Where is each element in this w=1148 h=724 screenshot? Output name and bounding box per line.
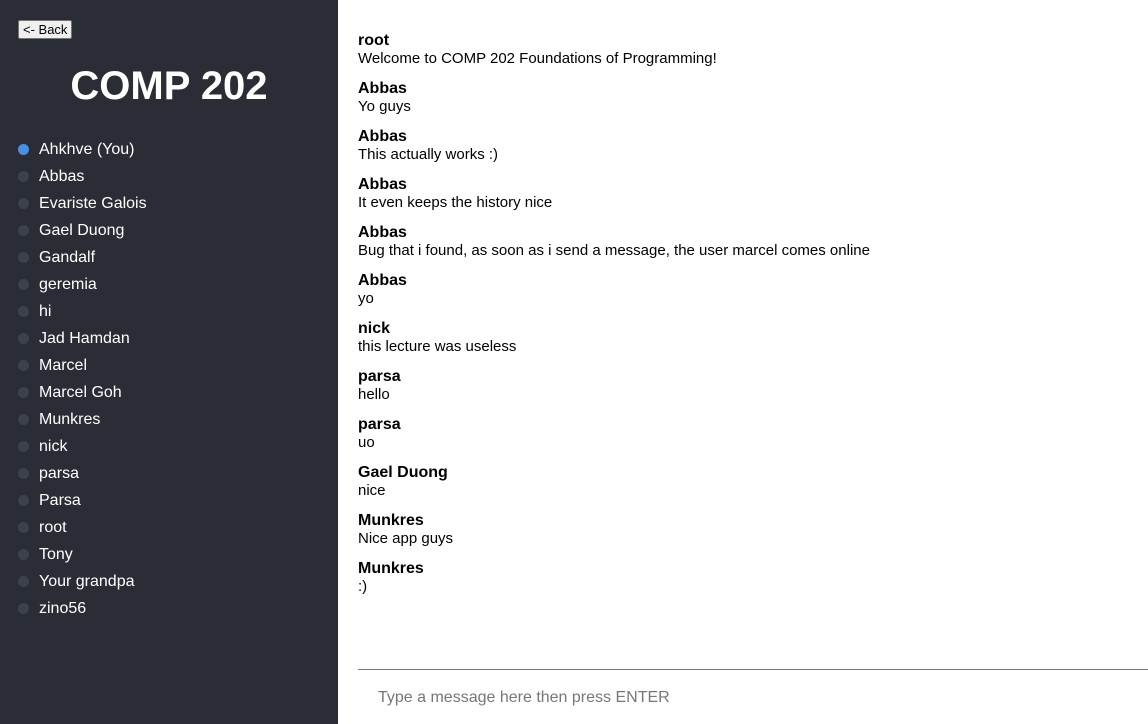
input-divider: [358, 669, 1148, 670]
message-text: yo: [358, 290, 374, 307]
user-name: Tony: [39, 545, 73, 563]
user-list-item: nick: [18, 433, 147, 460]
chat-message: Abbas It even keeps the history nice: [358, 176, 1148, 224]
message-text: this lecture was useless: [358, 338, 517, 355]
user-list-item: Gael Duong: [18, 217, 147, 244]
user-list-item: parsa: [18, 460, 147, 487]
chat-message: parsa uo: [358, 416, 1148, 464]
offline-status-dot: [18, 603, 29, 614]
chat-message: Abbas Yo guys: [358, 80, 1148, 128]
offline-status-dot: [18, 495, 29, 506]
user-name: nick: [39, 437, 68, 455]
back-button[interactable]: <- Back: [18, 20, 73, 39]
message-text: :): [358, 578, 368, 595]
message-text: hello: [358, 386, 390, 403]
offline-status-dot: [18, 468, 29, 479]
message-author: Abbas: [358, 272, 407, 289]
user-list: Ahkhve (You) Abbas Evariste Galois Gael Duo…: [18, 136, 147, 622]
user-list-item: Munkres: [18, 406, 147, 433]
message-author: Abbas: [358, 80, 407, 97]
user-list-item: zino56: [18, 595, 147, 622]
chat-message: Abbas yo: [358, 272, 1148, 320]
sidebar: <- Back COMP 202 Ahkhve (You) Abbas Evaris…: [0, 0, 338, 724]
chat-message: Gael Duong nice: [358, 464, 1148, 512]
user-list-item: Evariste Galois: [18, 190, 147, 217]
user-name: Gael Duong: [39, 221, 125, 239]
user-name: Marcel: [39, 356, 88, 374]
offline-status-dot: [18, 414, 29, 425]
chat-message: nick this lecture was useless: [358, 320, 1148, 368]
message-author: nick: [358, 320, 391, 337]
user-list-item: Jad Hamdan: [18, 325, 147, 352]
user-name: Ahkhve (You): [39, 140, 135, 158]
message-text: Bug that i found, as soon as i send a me…: [358, 242, 870, 259]
user-name: geremia: [39, 275, 97, 293]
user-list-item: Parsa: [18, 487, 147, 514]
message-author: Munkres: [358, 560, 424, 577]
user-list-item: Your grandpa: [18, 568, 147, 595]
offline-status-dot: [18, 360, 29, 371]
user-list-item: Ahkhve (You): [18, 136, 147, 163]
user-name: Marcel Goh: [39, 383, 122, 401]
user-list-item: Gandalf: [18, 244, 147, 271]
offline-status-dot: [18, 306, 29, 317]
message-author: Abbas: [358, 176, 407, 193]
offline-status-dot: [18, 441, 29, 452]
user-name: Your grandpa: [39, 572, 135, 590]
chat-message: Abbas Bug that i found, as soon as i send…: [358, 224, 1148, 272]
offline-status-dot: [18, 225, 29, 236]
message-list: root Welcome to COMP 202 Foundations of P…: [358, 32, 1148, 608]
message-input[interactable]: [358, 675, 1148, 721]
message-author: Abbas: [358, 128, 407, 145]
chat-panel: root Welcome to COMP 202 Foundations of P…: [338, 0, 1148, 724]
user-name: hi: [39, 302, 52, 320]
user-name: Jad Hamdan: [39, 329, 130, 347]
user-name: Abbas: [39, 167, 85, 185]
message-text: nice: [358, 482, 386, 499]
message-author: parsa: [358, 368, 401, 385]
user-name: zino56: [39, 599, 87, 617]
chat-message: Abbas This actually works :): [358, 128, 1148, 176]
offline-status-dot: [18, 576, 29, 587]
message-author: root: [358, 32, 390, 49]
chat-message: Munkres Nice app guys: [358, 512, 1148, 560]
message-author: parsa: [358, 416, 401, 433]
message-author: Abbas: [358, 224, 407, 241]
user-name: root: [39, 518, 67, 536]
message-author: Munkres: [358, 512, 424, 529]
message-text: This actually works :): [358, 146, 499, 163]
chat-message: Munkres:): [358, 560, 1148, 608]
message-author: Gael Duong: [358, 464, 448, 481]
offline-status-dot: [18, 279, 29, 290]
user-list-item: Tony: [18, 541, 147, 568]
chat-message: parsa hello: [358, 368, 1148, 416]
user-list-item: Marcel: [18, 352, 147, 379]
message-text: Welcome to COMP 202 Foundations of Progr…: [358, 50, 717, 67]
user-list-item: root: [18, 514, 147, 541]
message-text: Yo guys: [358, 98, 411, 115]
message-text: It even keeps the history nice: [358, 194, 553, 211]
chat-message: root Welcome to COMP 202 Foundations of P…: [358, 32, 1148, 80]
user-name: Munkres: [39, 410, 101, 428]
offline-status-dot: [18, 198, 29, 209]
room-title: COMP 202: [70, 64, 268, 108]
user-list-item: hi: [18, 298, 147, 325]
offline-status-dot: [18, 252, 29, 263]
message-text: Nice app guys: [358, 530, 454, 547]
user-list-item: geremia: [18, 271, 147, 298]
user-list-item: Abbas: [18, 163, 147, 190]
user-name: Gandalf: [39, 248, 96, 266]
user-list-item: Marcel Goh: [18, 379, 147, 406]
user-name: Evariste Galois: [39, 194, 147, 212]
offline-status-dot: [18, 171, 29, 182]
user-name: parsa: [39, 464, 80, 482]
offline-status-dot: [18, 387, 29, 398]
message-text: uo: [358, 434, 375, 451]
user-name: Parsa: [39, 491, 81, 509]
offline-status-dot: [18, 549, 29, 560]
online-status-dot: [18, 144, 29, 155]
offline-status-dot: [18, 522, 29, 533]
offline-status-dot: [18, 333, 29, 344]
